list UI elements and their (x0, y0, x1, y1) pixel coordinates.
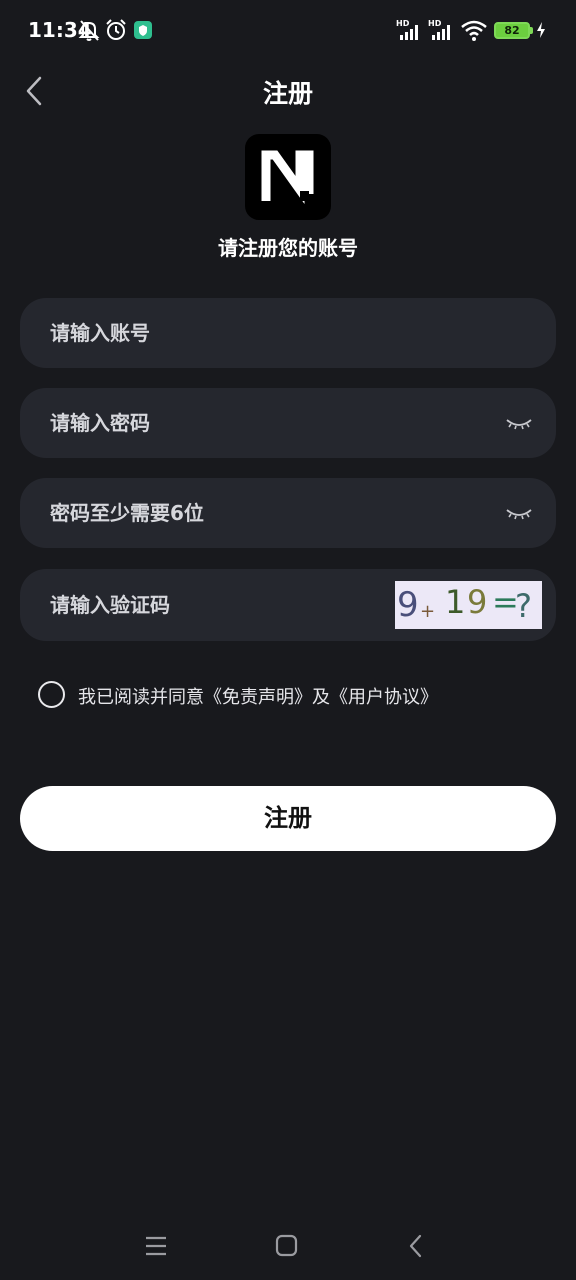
home-icon[interactable] (266, 1228, 306, 1264)
battery-tip (530, 27, 533, 34)
hd-signal-icon: HD (396, 19, 418, 40)
eye-closed-icon[interactable] (504, 411, 534, 435)
svg-text:HD: HD (428, 19, 442, 28)
app-logo (245, 134, 331, 220)
captcha-char: 9 (467, 583, 488, 621)
charging-icon (537, 22, 545, 38)
captcha-input[interactable] (50, 569, 380, 641)
agreement-checkbox[interactable] (38, 681, 65, 708)
mute-bell-icon (78, 20, 100, 41)
account-input[interactable] (50, 298, 470, 368)
captcha-field: 9 + 1 9 = ? (20, 569, 556, 641)
page-subtitle: 请注册您的账号 (218, 236, 358, 260)
captcha-char: 9 (397, 585, 419, 625)
disclaimer-link[interactable]: 《免责声明》 (204, 687, 312, 708)
agreement-joiner: 及 (312, 687, 330, 708)
battery-indicator: 82 (494, 22, 530, 39)
vpn-shield-icon (134, 21, 152, 39)
eye-closed-icon[interactable] (504, 501, 534, 525)
wifi-icon (461, 20, 487, 41)
page-title: 注册 (262, 79, 313, 108)
captcha-char: 1 (445, 583, 466, 621)
hd-signal-icon: HD (428, 19, 450, 40)
confirm-password-field (20, 478, 556, 548)
password-input[interactable] (50, 388, 470, 458)
alarm-icon (106, 19, 126, 40)
captcha-char: ? (515, 587, 532, 625)
svg-text:HD: HD (396, 19, 410, 28)
agreement-text: 我已阅读并同意《免责声明》及《用户协议》 (78, 683, 438, 709)
register-screen: 11:34 HD HD 82 注册 请注册您的账号 请输入账号 请输入验证码 9… (0, 0, 576, 1280)
n-logo-icon (261, 150, 314, 205)
user-agreement-link[interactable]: 《用户协议》 (330, 687, 438, 708)
back-nav-icon[interactable] (396, 1228, 436, 1264)
confirm-password-input[interactable] (50, 478, 470, 548)
account-field (20, 298, 556, 368)
agreement-row: 我已阅读并同意《免责声明》及《用户协议》 (38, 680, 538, 710)
captcha-image[interactable]: 9 + 1 9 = ? (395, 581, 542, 629)
menu-icon[interactable] (136, 1228, 176, 1264)
status-bar: 11:34 HD HD 82 (0, 0, 576, 62)
register-button[interactable]: 注册 (20, 786, 556, 851)
captcha-char: + (420, 601, 436, 622)
agreement-prefix: 我已阅读并同意 (78, 687, 204, 708)
password-field (20, 388, 556, 458)
